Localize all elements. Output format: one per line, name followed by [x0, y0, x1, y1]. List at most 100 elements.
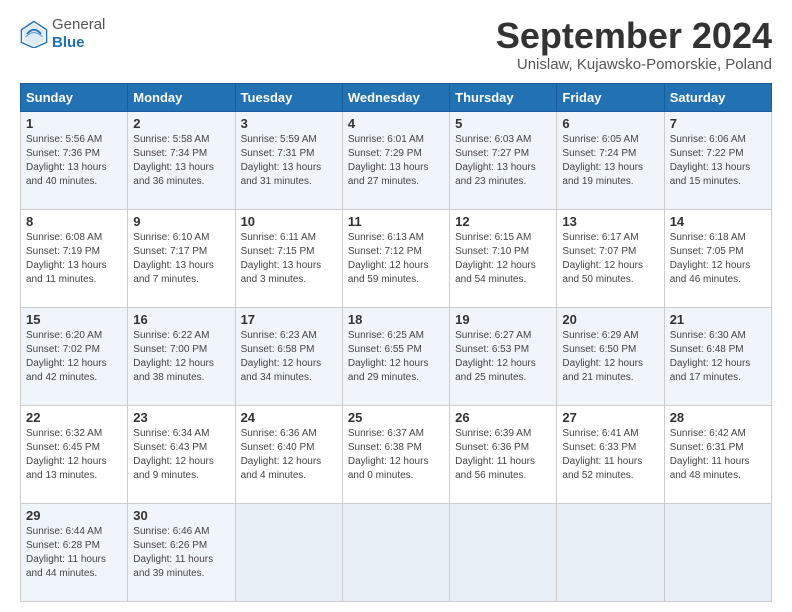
day-number: 15: [26, 312, 122, 327]
day-info: Sunrise: 6:18 AM Sunset: 7:05 PM Dayligh…: [670, 231, 766, 287]
day-number: 18: [348, 312, 444, 327]
col-saturday: Saturday: [664, 83, 771, 111]
table-row: [450, 503, 557, 601]
calendar-header-row: Sunday Monday Tuesday Wednesday Thursday…: [21, 83, 772, 111]
day-info: Sunrise: 6:10 AM Sunset: 7:17 PM Dayligh…: [133, 231, 229, 287]
calendar: Sunday Monday Tuesday Wednesday Thursday…: [20, 83, 772, 602]
day-info: Sunrise: 6:20 AM Sunset: 7:02 PM Dayligh…: [26, 329, 122, 385]
table-row: 8 Sunrise: 6:08 AM Sunset: 7:19 PM Daylig…: [21, 209, 128, 307]
col-sunday: Sunday: [21, 83, 128, 111]
day-number: 26: [455, 410, 551, 425]
day-number: 1: [26, 116, 122, 131]
table-row: 6 Sunrise: 6:05 AM Sunset: 7:24 PM Daylig…: [557, 111, 664, 209]
table-row: 29 Sunrise: 6:44 AM Sunset: 6:28 PM Dayli…: [21, 503, 128, 601]
day-number: 4: [348, 116, 444, 131]
day-number: 30: [133, 508, 229, 523]
day-number: 24: [241, 410, 337, 425]
table-row: [342, 503, 449, 601]
day-number: 2: [133, 116, 229, 131]
day-info: Sunrise: 6:44 AM Sunset: 6:28 PM Dayligh…: [26, 525, 122, 581]
day-number: 16: [133, 312, 229, 327]
day-info: Sunrise: 6:39 AM Sunset: 6:36 PM Dayligh…: [455, 427, 551, 483]
day-info: Sunrise: 6:36 AM Sunset: 6:40 PM Dayligh…: [241, 427, 337, 483]
table-row: 27 Sunrise: 6:41 AM Sunset: 6:33 PM Dayli…: [557, 405, 664, 503]
calendar-week-row: 15 Sunrise: 6:20 AM Sunset: 7:02 PM Dayli…: [21, 307, 772, 405]
table-row: 12Sunrise: 6:15 AM Sunset: 7:10 PM Dayli…: [450, 209, 557, 307]
table-row: 25 Sunrise: 6:37 AM Sunset: 6:38 PM Dayli…: [342, 405, 449, 503]
day-number: 6: [562, 116, 658, 131]
day-number: 20: [562, 312, 658, 327]
day-info: Sunrise: 6:13 AM Sunset: 7:12 PM Dayligh…: [348, 231, 444, 287]
table-row: 3 Sunrise: 5:59 AM Sunset: 7:31 PM Daylig…: [235, 111, 342, 209]
table-row: 26 Sunrise: 6:39 AM Sunset: 6:36 PM Dayli…: [450, 405, 557, 503]
table-row: 9 Sunrise: 6:10 AM Sunset: 7:17 PM Daylig…: [128, 209, 235, 307]
day-info: Sunrise: 6:17 AM Sunset: 7:07 PM Dayligh…: [562, 231, 658, 287]
day-info: Sunrise: 6:27 AM Sunset: 6:53 PM Dayligh…: [455, 329, 551, 385]
table-row: 30Sunrise: 6:46 AM Sunset: 6:26 PM Dayli…: [128, 503, 235, 601]
day-number: 25: [348, 410, 444, 425]
logo-icon: [20, 20, 48, 48]
table-row: 14Sunrise: 6:18 AM Sunset: 7:05 PM Dayli…: [664, 209, 771, 307]
day-info: Sunrise: 6:06 AM Sunset: 7:22 PM Dayligh…: [670, 133, 766, 189]
day-number: 5: [455, 116, 551, 131]
page: General Blue September 2024 Unislaw, Kuj…: [0, 0, 792, 612]
table-row: 7 Sunrise: 6:06 AM Sunset: 7:22 PM Daylig…: [664, 111, 771, 209]
col-monday: Monday: [128, 83, 235, 111]
table-row: 28Sunrise: 6:42 AM Sunset: 6:31 PM Dayli…: [664, 405, 771, 503]
day-number: 7: [670, 116, 766, 131]
table-row: 21 Sunrise: 6:30 AM Sunset: 6:48 PM Dayli…: [664, 307, 771, 405]
col-tuesday: Tuesday: [235, 83, 342, 111]
logo-blue-text: Blue: [52, 34, 85, 51]
day-info: Sunrise: 6:34 AM Sunset: 6:43 PM Dayligh…: [133, 427, 229, 483]
location: Unislaw, Kujawsko-Pomorskie, Poland: [496, 56, 772, 73]
table-row: [235, 503, 342, 601]
day-number: 11: [348, 214, 444, 229]
table-row: 20 Sunrise: 6:29 AM Sunset: 6:50 PM Dayli…: [557, 307, 664, 405]
day-info: Sunrise: 6:37 AM Sunset: 6:38 PM Dayligh…: [348, 427, 444, 483]
day-info: Sunrise: 5:59 AM Sunset: 7:31 PM Dayligh…: [241, 133, 337, 189]
day-number: 29: [26, 508, 122, 523]
day-number: 8: [26, 214, 122, 229]
table-row: 2Sunrise: 5:58 AM Sunset: 7:34 PM Daylig…: [128, 111, 235, 209]
day-info: Sunrise: 6:30 AM Sunset: 6:48 PM Dayligh…: [670, 329, 766, 385]
day-info: Sunrise: 6:23 AM Sunset: 6:58 PM Dayligh…: [241, 329, 337, 385]
day-info: Sunrise: 6:01 AM Sunset: 7:29 PM Dayligh…: [348, 133, 444, 189]
day-number: 28: [670, 410, 766, 425]
header: General Blue September 2024 Unislaw, Kuj…: [20, 16, 772, 73]
day-number: 9: [133, 214, 229, 229]
day-info: Sunrise: 6:41 AM Sunset: 6:33 PM Dayligh…: [562, 427, 658, 483]
calendar-week-row: 22 Sunrise: 6:32 AM Sunset: 6:45 PM Dayli…: [21, 405, 772, 503]
col-wednesday: Wednesday: [342, 83, 449, 111]
logo-general-text: General: [52, 16, 105, 33]
day-number: 10: [241, 214, 337, 229]
table-row: [557, 503, 664, 601]
table-row: [664, 503, 771, 601]
col-thursday: Thursday: [450, 83, 557, 111]
calendar-week-row: 1Sunrise: 5:56 AM Sunset: 7:36 PM Daylig…: [21, 111, 772, 209]
table-row: 5 Sunrise: 6:03 AM Sunset: 7:27 PM Daylig…: [450, 111, 557, 209]
day-number: 3: [241, 116, 337, 131]
table-row: 15 Sunrise: 6:20 AM Sunset: 7:02 PM Dayli…: [21, 307, 128, 405]
day-info: Sunrise: 6:29 AM Sunset: 6:50 PM Dayligh…: [562, 329, 658, 385]
day-info: Sunrise: 6:15 AM Sunset: 7:10 PM Dayligh…: [455, 231, 551, 287]
table-row: 19 Sunrise: 6:27 AM Sunset: 6:53 PM Dayli…: [450, 307, 557, 405]
col-friday: Friday: [557, 83, 664, 111]
logo: General Blue: [20, 16, 105, 52]
day-info: Sunrise: 6:03 AM Sunset: 7:27 PM Dayligh…: [455, 133, 551, 189]
day-number: 17: [241, 312, 337, 327]
day-number: 13: [562, 214, 658, 229]
day-number: 23: [133, 410, 229, 425]
day-number: 27: [562, 410, 658, 425]
day-info: Sunrise: 6:08 AM Sunset: 7:19 PM Dayligh…: [26, 231, 122, 287]
day-info: Sunrise: 6:11 AM Sunset: 7:15 PM Dayligh…: [241, 231, 337, 287]
day-info: Sunrise: 6:05 AM Sunset: 7:24 PM Dayligh…: [562, 133, 658, 189]
day-info: Sunrise: 6:25 AM Sunset: 6:55 PM Dayligh…: [348, 329, 444, 385]
table-row: 11 Sunrise: 6:13 AM Sunset: 7:12 PM Dayli…: [342, 209, 449, 307]
day-info: Sunrise: 6:32 AM Sunset: 6:45 PM Dayligh…: [26, 427, 122, 483]
calendar-week-row: 29 Sunrise: 6:44 AM Sunset: 6:28 PM Dayli…: [21, 503, 772, 601]
table-row: 23 Sunrise: 6:34 AM Sunset: 6:43 PM Dayli…: [128, 405, 235, 503]
day-number: 21: [670, 312, 766, 327]
table-row: 18 Sunrise: 6:25 AM Sunset: 6:55 PM Dayli…: [342, 307, 449, 405]
day-number: 22: [26, 410, 122, 425]
day-number: 19: [455, 312, 551, 327]
